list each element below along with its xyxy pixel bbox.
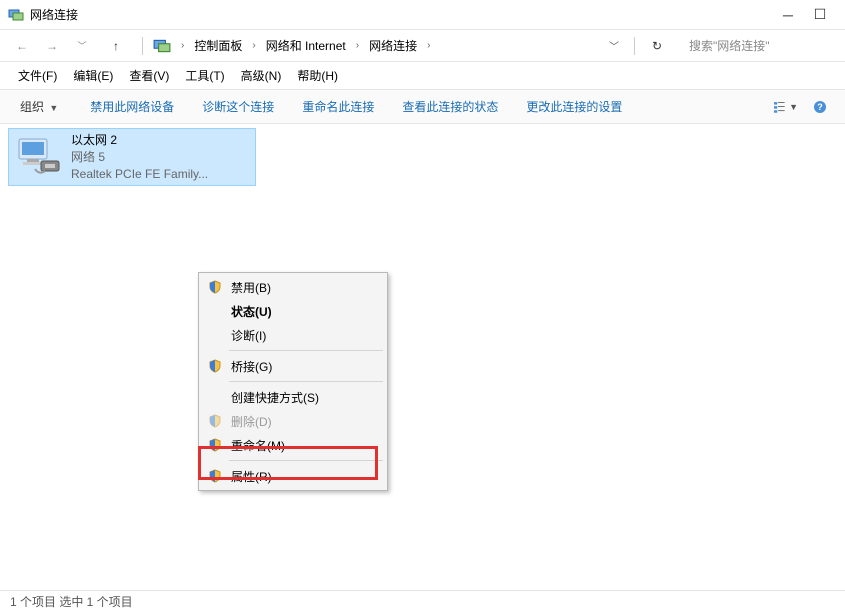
maximize-button[interactable]: ☐ (813, 8, 827, 22)
ctx-label: 删除(D) (231, 413, 272, 430)
menubar: 文件(F) 编辑(E) 查看(V) 工具(T) 高级(N) 帮助(H) (0, 62, 845, 90)
chevron-down-icon: ▼ (49, 103, 58, 113)
separator (634, 37, 635, 55)
connection-status: 网络 5 (71, 149, 208, 165)
ctx-label: 状态(U) (231, 303, 272, 320)
toolbar: 组织 ▼ 禁用此网络设备 诊断这个连接 重命名此连接 查看此连接的状态 更改此连… (0, 90, 845, 124)
crumb-sep: › (427, 40, 430, 51)
shield-icon (207, 437, 223, 453)
statusbar: 1 个项目 选中 1 个项目 (0, 590, 845, 612)
ctx-properties[interactable]: 属性(R) (201, 464, 385, 488)
connection-device: Realtek PCIe FE Family... (71, 166, 208, 182)
search-placeholder: 搜索"网络连接" (689, 37, 770, 54)
ctx-diagnose[interactable]: 诊断(I) (201, 323, 385, 347)
ctx-label: 诊断(I) (231, 327, 266, 344)
ctx-disable[interactable]: 禁用(B) (201, 275, 385, 299)
crumb-sep: › (356, 40, 359, 51)
menu-edit[interactable]: 编辑(E) (65, 63, 121, 88)
view-options-button[interactable]: ▼ (773, 96, 799, 118)
menu-tools[interactable]: 工具(T) (177, 63, 232, 88)
ctx-separator (229, 350, 383, 351)
ctx-label: 桥接(G) (231, 358, 272, 375)
breadcrumb-item[interactable]: 网络和 Internet (266, 37, 346, 54)
toolbar-status[interactable]: 查看此连接的状态 (394, 98, 506, 115)
titlebar: 网络连接 ─ ☐ (0, 0, 845, 30)
back-button[interactable]: ← (10, 34, 34, 58)
ctx-status[interactable]: 状态(U) (201, 299, 385, 323)
shield-icon (207, 279, 223, 295)
connection-name: 以太网 2 (71, 132, 208, 148)
ctx-delete: 删除(D) (201, 409, 385, 433)
toolbar-diagnose[interactable]: 诊断这个连接 (194, 98, 282, 115)
up-button[interactable]: ↑ (104, 34, 128, 58)
search-input[interactable]: 搜索"网络连接" (685, 35, 835, 57)
shield-icon (207, 358, 223, 374)
ctx-label: 重命名(M) (231, 437, 285, 454)
menu-view[interactable]: 查看(V) (121, 63, 177, 88)
organize-button[interactable]: 组织 ▼ (12, 98, 66, 115)
help-button[interactable]: ? (807, 96, 833, 118)
shield-icon (207, 468, 223, 484)
menu-help[interactable]: 帮助(H) (289, 63, 346, 88)
connection-item[interactable]: 以太网 2 网络 5 Realtek PCIe FE Family... (8, 128, 256, 186)
toolbar-settings[interactable]: 更改此连接的设置 (518, 98, 630, 115)
shield-icon (207, 413, 223, 429)
location-icon (153, 37, 171, 55)
menu-advanced[interactable]: 高级(N) (233, 63, 290, 88)
organize-label: 组织 (20, 100, 44, 114)
navigation-bar: ← → ﹀ ↑ › 控制面板 › 网络和 Internet › 网络连接 › ﹀… (0, 30, 845, 62)
ctx-create-shortcut[interactable]: 创建快捷方式(S) (201, 385, 385, 409)
forward-button[interactable]: → (40, 34, 64, 58)
ctx-label: 属性(R) (231, 468, 272, 485)
address-dropdown[interactable]: ﹀ (604, 38, 624, 53)
refresh-button[interactable]: ↻ (645, 39, 669, 53)
crumb-sep: › (181, 40, 184, 51)
network-connections-icon (8, 7, 24, 23)
recent-dropdown[interactable]: ﹀ (70, 34, 94, 58)
minimize-button[interactable]: ─ (781, 8, 795, 22)
ctx-label: 禁用(B) (231, 279, 271, 296)
ctx-rename[interactable]: 重命名(M) (201, 433, 385, 457)
ctx-bridge[interactable]: 桥接(G) (201, 354, 385, 378)
menu-file[interactable]: 文件(F) (10, 63, 65, 88)
toolbar-rename[interactable]: 重命名此连接 (294, 98, 382, 115)
toolbar-disable[interactable]: 禁用此网络设备 (82, 98, 182, 115)
separator (142, 37, 143, 55)
statusbar-text: 1 个项目 选中 1 个项目 (10, 593, 133, 610)
window-title: 网络连接 (30, 6, 781, 23)
crumb-sep: › (252, 40, 255, 51)
ethernet-icon (15, 135, 63, 179)
ctx-label: 创建快捷方式(S) (231, 389, 319, 406)
breadcrumb-item[interactable]: 控制面板 (194, 37, 242, 54)
chevron-down-icon: ▼ (789, 102, 798, 112)
svg-text:?: ? (817, 102, 823, 112)
ctx-separator (229, 381, 383, 382)
breadcrumb-item[interactable]: 网络连接 (369, 37, 417, 54)
context-menu: 禁用(B) 状态(U) 诊断(I) 桥接(G) 创建快捷方式(S) 删除(D) … (198, 272, 388, 491)
ctx-separator (229, 460, 383, 461)
content-area: 以太网 2 网络 5 Realtek PCIe FE Family... 禁用(… (0, 124, 845, 590)
